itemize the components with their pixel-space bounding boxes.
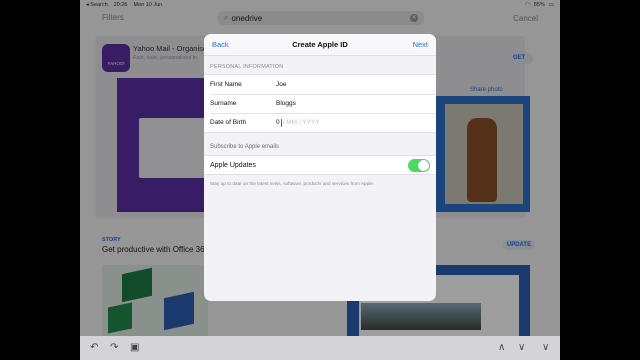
personal-info-header: PERSONAL INFORMATION [210, 64, 284, 70]
previous-field-icon[interactable]: ∧ [498, 342, 505, 353]
subscribe-form: Apple Updates [204, 155, 436, 175]
next-field-icon[interactable]: ∨ [518, 342, 525, 353]
first-name-row[interactable]: First Name Joe [204, 75, 436, 94]
apple-updates-toggle[interactable] [408, 159, 430, 172]
subscribe-header: Subscribe to Apple emails [210, 144, 280, 150]
dialog-title: Create Apple ID [292, 40, 348, 49]
keyboard-shortcut-bar: ↶ ↷ ▣ ∧ ∨ ∨ [80, 336, 560, 360]
next-button[interactable]: Next [413, 40, 428, 49]
apple-updates-note: Stay up to date on the latest news, soft… [210, 181, 375, 186]
apple-updates-row: Apple Updates [204, 156, 436, 174]
dialog-nav-bar: Back Create Apple ID Next [204, 34, 436, 56]
apple-updates-label: Apple Updates [210, 161, 256, 169]
surname-field[interactable]: Bloggs [276, 100, 296, 107]
first-name-field[interactable]: Joe [276, 81, 286, 88]
ipad-screen: ◂ Search 20:26 Mon 10 Jun ◠ 85% ▭ Filter… [80, 0, 560, 360]
undo-icon[interactable]: ↶ [90, 342, 98, 353]
first-name-label: First Name [210, 81, 242, 88]
redo-icon[interactable]: ↷ [110, 342, 118, 353]
dob-typed-value: 0 [276, 119, 280, 126]
create-apple-id-dialog: Back Create Apple ID Next PERSONAL INFOR… [204, 34, 436, 301]
personal-info-form: First Name Joe Surname Bloggs Date of Bi… [204, 74, 436, 133]
hide-keyboard-icon[interactable]: ∨ [542, 342, 549, 353]
text-cursor [280, 118, 282, 127]
date-of-birth-row[interactable]: Date of Birth 0 / MM / YYYY [204, 113, 436, 132]
surname-row[interactable]: Surname Bloggs [204, 94, 436, 113]
date-of-birth-field[interactable]: 0 / MM / YYYY [276, 118, 320, 127]
dob-placeholder: / MM / YYYY [282, 119, 320, 126]
surname-label: Surname [210, 100, 237, 107]
paste-icon[interactable]: ▣ [130, 342, 139, 353]
date-of-birth-label: Date of Birth [210, 119, 247, 126]
